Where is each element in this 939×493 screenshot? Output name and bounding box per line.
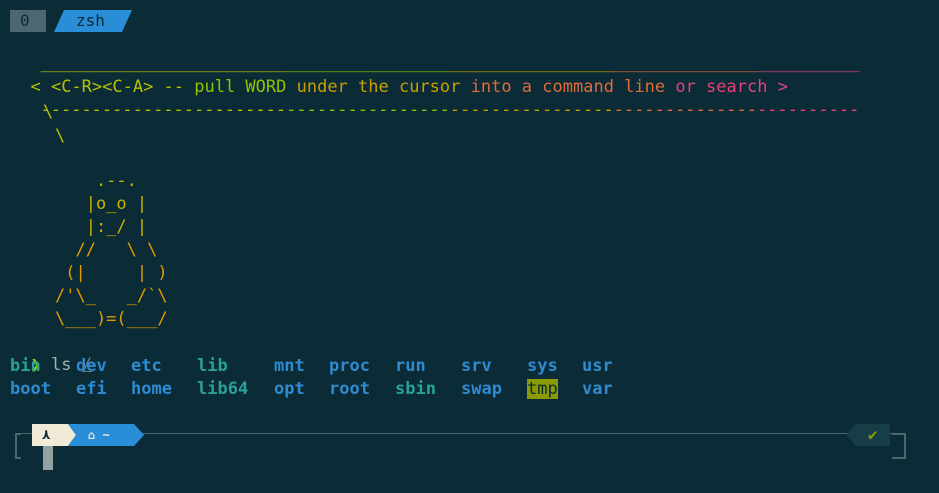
tux-line-6: /'\_ _/`\: [55, 286, 168, 306]
tux-line-2: |o_o |: [55, 194, 148, 214]
ls-entry: lib64: [197, 379, 249, 399]
tux-ascii-art: .--. |o_o | |:_/ | // \ \ (| | ) /'\_ _/…: [55, 147, 168, 331]
terminal-cursor: [43, 446, 53, 470]
ls-row-1: bin dev etc lib mnt proc run srv sys usr: [10, 355, 626, 378]
ls-entry: sbin: [395, 379, 436, 399]
ls-entry: usr: [582, 356, 613, 376]
statusline-left-frame: [15, 433, 21, 459]
arch-linux-icon: ⋏: [42, 427, 51, 443]
ls-entry: opt: [274, 379, 305, 399]
cowsay-bottom-rule: ----------------------------------------…: [40, 100, 860, 120]
statusline-dir-segment: ⌂ ~: [68, 424, 144, 446]
ls-entry: mnt: [274, 356, 305, 376]
ls-entry: dev: [76, 356, 107, 376]
tmux-window-index[interactable]: 0: [10, 10, 46, 32]
tux-line-1: .--.: [55, 171, 137, 191]
cowsay-tail-1: \: [43, 102, 54, 122]
statusline-rule: [18, 433, 898, 434]
tux-line-5: (| | ): [55, 263, 168, 283]
statusline-status-segment: ✔: [846, 424, 890, 446]
ls-entry: run: [395, 356, 426, 376]
home-icon: ⌂ ~: [88, 428, 110, 442]
ls-entry: srv: [461, 356, 492, 376]
ls-entry: var: [582, 379, 613, 399]
tux-line-3: |:_/ |: [55, 217, 148, 237]
ls-entry: root: [329, 379, 370, 399]
ls-entry: home: [131, 379, 172, 399]
ls-entry: boot: [10, 379, 51, 399]
tmux-window-tab[interactable]: zsh: [54, 10, 132, 32]
ls-entry: sys: [527, 356, 558, 376]
ls-entry: swap: [461, 379, 502, 399]
ls-entry: etc: [131, 356, 162, 376]
statusline-right-frame: [892, 433, 906, 459]
cowsay-tail-2: \: [55, 126, 66, 146]
statusline-os-segment: ⋏: [32, 424, 76, 446]
dir-text: ~: [102, 428, 110, 442]
tux-line-7: \___)=(___/: [55, 309, 168, 329]
checkmark-icon: ✔: [868, 425, 878, 444]
ls-row-2: boot efi home lib64 opt root sbin swap t…: [10, 378, 626, 401]
ls-output: bin dev etc lib mnt proc run srv sys usr…: [10, 355, 626, 401]
ls-entry: efi: [76, 379, 107, 399]
ls-entry: lib: [197, 356, 228, 376]
ls-entry: proc: [329, 356, 370, 376]
ls-entry-tmp: tmp: [527, 379, 558, 399]
tux-line-4: // \ \: [55, 240, 158, 260]
ls-entry: bin: [10, 356, 41, 376]
